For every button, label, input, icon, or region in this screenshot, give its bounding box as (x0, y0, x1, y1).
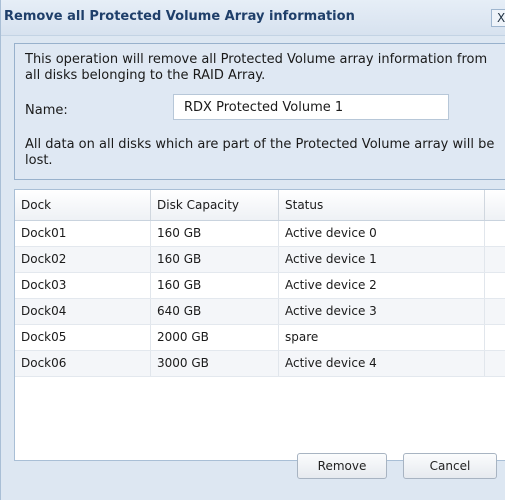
column-header-status[interactable]: Status (279, 190, 485, 220)
table-row[interactable]: Dock06 3000 GB Active device 4 (15, 351, 505, 377)
remove-protected-volume-dialog: Remove all Protected Volume Array inform… (0, 0, 505, 500)
capacity-cell: 160 GB (151, 221, 279, 246)
status-cell: Active device 0 (279, 221, 485, 246)
dialog-titlebar: Remove all Protected Volume Array inform… (1, 0, 505, 36)
dock-cell: Dock01 (15, 221, 151, 246)
capacity-cell: 3000 GB (151, 351, 279, 376)
table-row[interactable]: Dock04 640 GB Active device 3 (15, 299, 505, 325)
status-cell: Active device 4 (279, 351, 485, 376)
dialog-title: Remove all Protected Volume Array inform… (4, 9, 355, 24)
remove-button[interactable]: Remove (297, 453, 387, 479)
capacity-cell: 2000 GB (151, 325, 279, 350)
capacity-cell: 160 GB (151, 273, 279, 298)
capacity-cell: 640 GB (151, 299, 279, 324)
info-panel: This operation will remove all Protected… (14, 43, 505, 180)
status-cell: spare (279, 325, 485, 350)
operation-description: This operation will remove all Protected… (25, 52, 488, 83)
cancel-button[interactable]: Cancel (403, 453, 497, 479)
grid-header: Dock Disk Capacity Status (15, 190, 505, 221)
dock-cell: Dock06 (15, 351, 151, 376)
table-row[interactable]: Dock01 160 GB Active device 0 (15, 221, 505, 247)
disk-grid: Dock Disk Capacity Status Dock01 160 GB … (14, 189, 505, 461)
table-row[interactable]: Dock05 2000 GB spare (15, 325, 505, 351)
capacity-cell: 160 GB (151, 247, 279, 272)
close-icon[interactable]: X (491, 9, 505, 27)
column-header-extra (485, 190, 505, 220)
table-row[interactable]: Dock02 160 GB Active device 1 (15, 247, 505, 273)
status-cell: Active device 2 (279, 273, 485, 298)
column-header-disk-capacity[interactable]: Disk Capacity (151, 190, 279, 220)
dock-cell: Dock05 (15, 325, 151, 350)
name-label: Name: (25, 103, 68, 118)
status-cell: Active device 3 (279, 299, 485, 324)
dock-cell: Dock04 (15, 299, 151, 324)
dock-cell: Dock02 (15, 247, 151, 272)
dock-cell: Dock03 (15, 273, 151, 298)
status-cell: Active device 1 (279, 247, 485, 272)
name-field[interactable] (173, 94, 449, 120)
data-loss-warning: All data on all disks which are part of … (25, 137, 495, 168)
column-header-dock[interactable]: Dock (15, 190, 151, 220)
table-row[interactable]: Dock03 160 GB Active device 2 (15, 273, 505, 299)
